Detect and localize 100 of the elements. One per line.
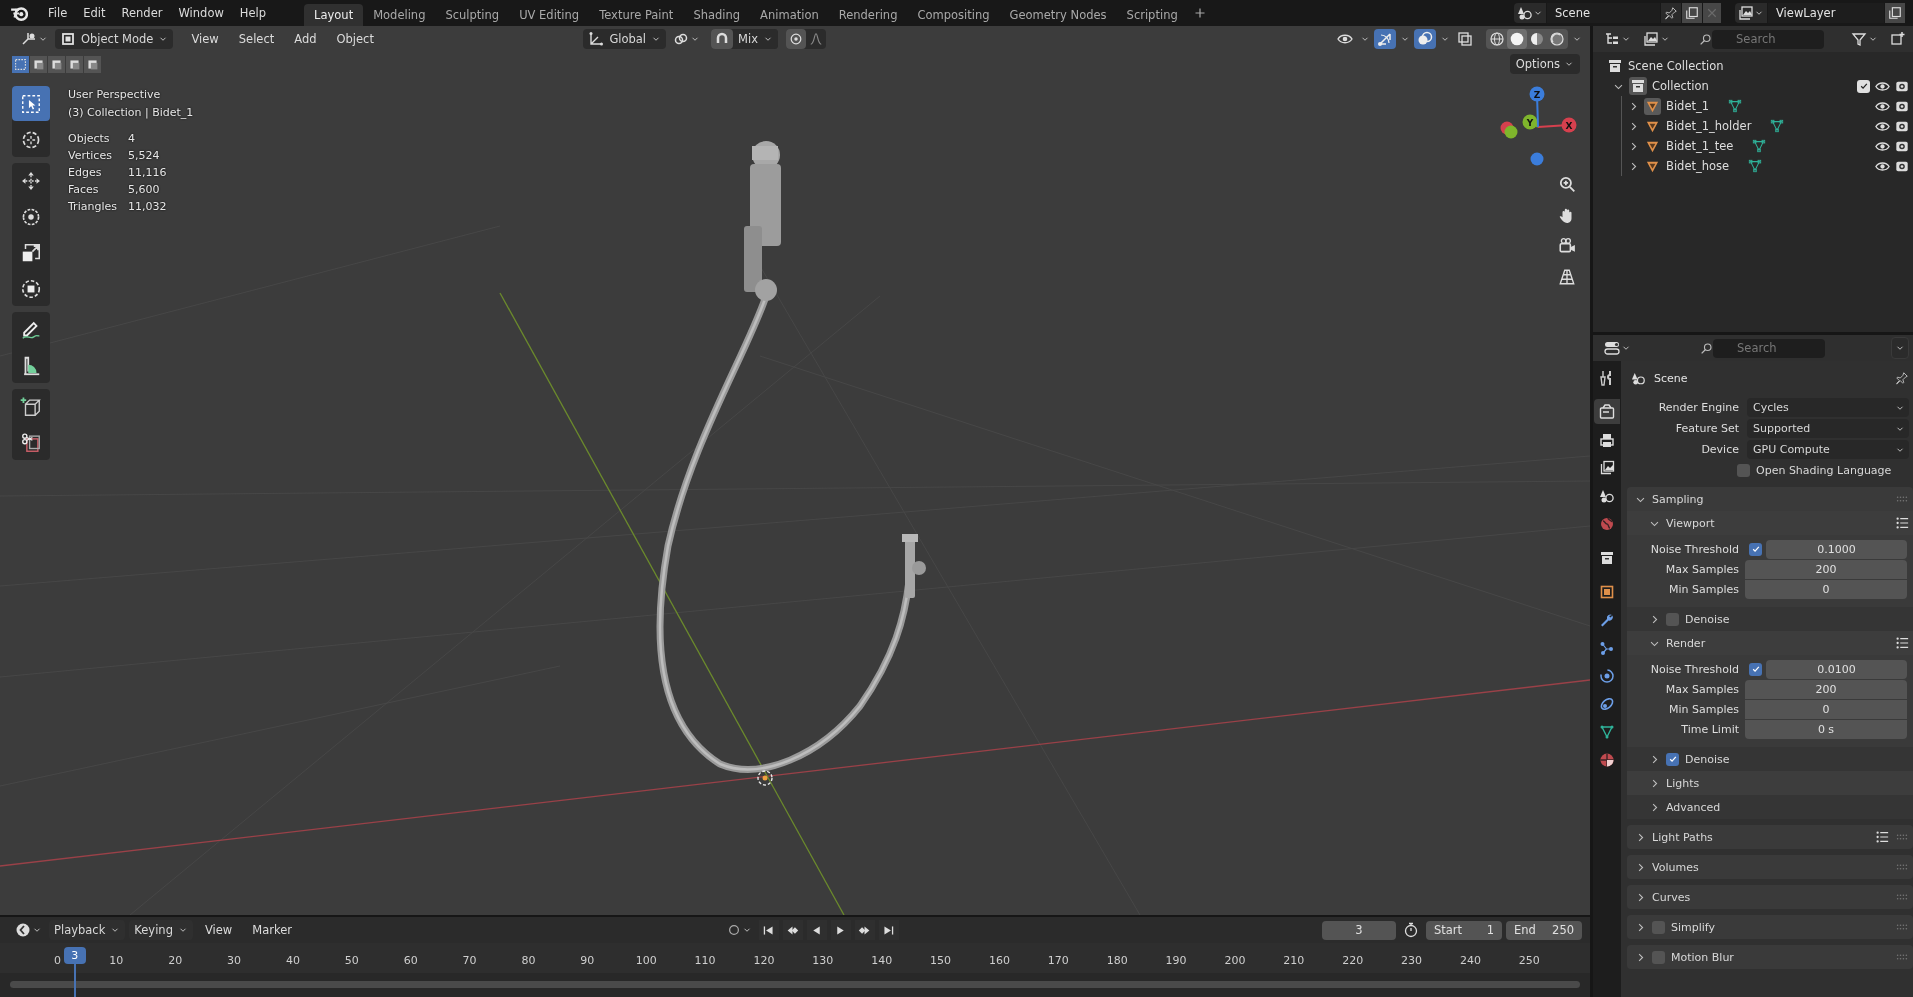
current-frame-field[interactable]: 3 [1322, 920, 1396, 940]
play-button[interactable] [830, 920, 851, 940]
shading-mode-button[interactable] [1547, 29, 1567, 49]
panel-header[interactable]: Sampling [1627, 487, 1913, 511]
negative-axis-icon[interactable] [1504, 125, 1518, 139]
workspace-tab[interactable]: Geometry Nodes [999, 4, 1117, 26]
jump-start-button[interactable] [758, 920, 779, 940]
select-mode-button[interactable] [48, 55, 65, 73]
workspace-tab[interactable]: Animation [750, 4, 829, 26]
scene-field[interactable]: Scene [1547, 3, 1660, 23]
pin-icon[interactable] [1895, 371, 1909, 385]
menu-item[interactable]: Render [113, 3, 171, 23]
panel-header[interactable]: Advanced [1627, 795, 1913, 819]
view-layer-field[interactable]: ViewLayer [1768, 3, 1884, 23]
panel-header[interactable]: Motion Blur [1627, 945, 1913, 969]
proportional-edit-toggle[interactable] [786, 29, 806, 49]
play-reverse-button[interactable] [806, 920, 827, 940]
number-field[interactable]: 0.0100 [1766, 659, 1907, 679]
checkbox[interactable] [1652, 950, 1665, 964]
workspace-tab[interactable]: Layout [304, 4, 364, 26]
end-frame-field[interactable]: End 250 [1506, 920, 1582, 940]
number-field[interactable]: 200 [1745, 559, 1907, 579]
menu-item[interactable]: Window [170, 3, 232, 23]
property-dropdown[interactable]: Cycles [1747, 398, 1909, 417]
tree-item[interactable]: Bidet_1 [1666, 99, 1710, 113]
menu-item[interactable]: File [40, 3, 76, 23]
mesh-data-icon[interactable] [1728, 99, 1743, 113]
select-mode-button[interactable] [66, 55, 83, 73]
playhead[interactable]: 3 [63, 947, 86, 964]
menu-item[interactable]: Marker [244, 920, 300, 940]
presets-icon[interactable] [1895, 636, 1909, 650]
overlay-toggle[interactable] [1414, 29, 1436, 49]
previous-key-button[interactable] [782, 920, 803, 940]
next-key-button[interactable] [854, 920, 875, 940]
checkbox[interactable] [1666, 612, 1679, 626]
mesh-data-icon[interactable] [1748, 159, 1763, 173]
number-field[interactable]: 200 [1745, 679, 1907, 699]
pin-button[interactable] [1661, 3, 1681, 23]
panel-header[interactable]: Volumes [1627, 855, 1913, 879]
tree-item[interactable]: Bidet_1_holder [1666, 119, 1752, 133]
start-frame-field[interactable]: Start 1 [1426, 920, 1502, 940]
menu-item[interactable]: Object [328, 29, 382, 49]
camera-icon[interactable] [1895, 159, 1909, 173]
tree-item[interactable]: Scene Collection [1607, 56, 1913, 76]
property-dropdown[interactable]: GPU Compute [1747, 440, 1909, 459]
mesh-data-icon[interactable] [1752, 139, 1767, 153]
search-field[interactable]: Search [1712, 29, 1824, 49]
camera-icon[interactable] [1895, 79, 1909, 93]
panel-header[interactable]: Curves [1627, 885, 1913, 909]
panel-header[interactable]: Simplify [1627, 915, 1913, 939]
checkbox[interactable] [1666, 752, 1679, 766]
select-mode-button[interactable] [12, 55, 29, 73]
scrollbar[interactable] [10, 981, 1580, 988]
tree-item[interactable]: Collection [1652, 79, 1709, 93]
search-field[interactable]: Search [1713, 338, 1825, 358]
camera-icon[interactable] [1895, 119, 1909, 133]
workspace-tab[interactable]: Sculpting [435, 4, 510, 26]
workspace-tab[interactable]: Shading [683, 4, 751, 26]
number-field[interactable]: 0 [1745, 579, 1907, 599]
properties-tab[interactable] [1594, 399, 1620, 424]
jump-end-button[interactable] [878, 920, 899, 940]
shading-mode-button[interactable] [1507, 29, 1527, 49]
presets-icon[interactable] [1875, 830, 1889, 844]
options-dropdown[interactable]: Options [1509, 54, 1580, 74]
number-field[interactable]: 0 s [1745, 719, 1907, 739]
workspace-tab[interactable]: UV Editing [509, 4, 590, 26]
checkbox[interactable] [1857, 79, 1870, 93]
gizmo-toggle[interactable] [1374, 29, 1396, 49]
tree-item[interactable]: Bidet_hose [1666, 159, 1730, 173]
number-field[interactable]: 0 [1745, 699, 1907, 719]
scene-browse-button[interactable] [1514, 3, 1546, 23]
checkbox[interactable] [1749, 662, 1762, 676]
checkbox-option[interactable]: Open Shading Language [1737, 464, 1892, 477]
menu-dropdown[interactable]: Keying [129, 920, 193, 940]
axis-handle-icon[interactable] [1529, 86, 1545, 102]
mesh-data-icon[interactable] [1770, 119, 1785, 133]
new-view-layer-button[interactable] [1885, 3, 1905, 23]
select-mode-button[interactable] [84, 55, 101, 73]
panel-header[interactable]: Denoise [1627, 747, 1913, 771]
mesh-object-icon[interactable] [1644, 97, 1661, 115]
workspace-tab[interactable]: Scripting [1116, 4, 1188, 26]
workspace-tab[interactable]: Compositing [907, 4, 1000, 26]
menu-item[interactable]: Select [230, 29, 283, 49]
presets-icon[interactable] [1895, 516, 1909, 530]
add-icon[interactable] [1193, 7, 1206, 19]
menu-item[interactable]: Help [231, 3, 275, 23]
shading-mode-button[interactable] [1487, 29, 1507, 49]
panel-header[interactable]: Denoise [1627, 607, 1913, 631]
snap-toggle[interactable] [711, 29, 734, 49]
camera-icon[interactable] [1895, 99, 1909, 113]
menu-dropdown[interactable]: Playback [49, 920, 126, 940]
menu-item[interactable]: View [196, 920, 241, 940]
view-layer-browse-button[interactable] [1735, 3, 1767, 23]
select-mode-button[interactable] [30, 55, 47, 73]
workspace-tab[interactable]: Rendering [828, 4, 908, 26]
workspace-tab[interactable]: Modeling [363, 4, 436, 26]
tree-item[interactable]: Bidet_1_tee [1666, 139, 1734, 153]
axis-handle-icon[interactable] [1561, 117, 1577, 133]
mode-dropdown[interactable]: Object Mode [55, 29, 174, 49]
checkbox[interactable] [1652, 920, 1665, 934]
